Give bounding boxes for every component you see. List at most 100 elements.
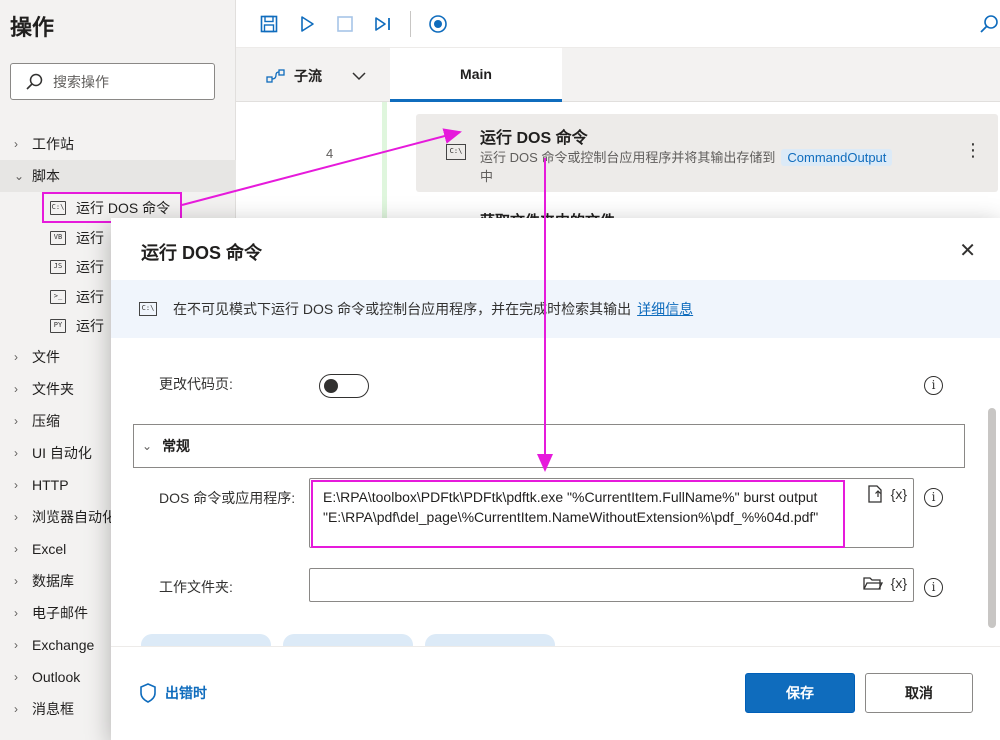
dos-icon: C:\: [50, 200, 66, 215]
shield-icon: [140, 683, 156, 703]
info-icon[interactable]: i: [924, 578, 943, 597]
tree-node-label: Exchange: [32, 637, 95, 653]
tree-node-label: Outlook: [32, 669, 81, 685]
flow-gutter: [382, 102, 387, 222]
chevron-right-icon: ›: [14, 478, 18, 492]
action-label: 运行: [76, 259, 104, 276]
search-placeholder: 搜索操作: [53, 73, 109, 90]
flow-step-card[interactable]: C:\ 运行 DOS 命令 运行 DOS 命令或控制台应用程序并将其输出存储到 C…: [416, 114, 998, 192]
chevron-right-icon: ›: [14, 606, 18, 620]
on-error-button[interactable]: 出错时: [139, 683, 207, 703]
action-label: 运行: [76, 229, 104, 246]
variable-picker-button[interactable]: {x}: [891, 486, 907, 502]
tree-node-label: HTTP: [32, 477, 69, 493]
record-button[interactable]: [419, 5, 457, 43]
record-icon: [429, 14, 447, 33]
powershell-icon: >_: [50, 289, 66, 304]
chevron-down-icon: ⌄: [142, 439, 153, 453]
tree-node-label: 浏览器自动化: [32, 509, 116, 525]
info-icon[interactable]: i: [924, 488, 943, 507]
step-button[interactable]: [364, 5, 402, 43]
change-codepage-toggle[interactable]: [319, 374, 369, 398]
chevron-right-icon: ›: [14, 446, 18, 460]
file-picker-icon[interactable]: [867, 485, 883, 503]
cancel-button[interactable]: 取消: [865, 673, 973, 713]
dialog-footer: 出错时 保存 取消: [111, 646, 1000, 740]
action-label: 运行: [76, 288, 104, 305]
step-desc-text: 运行 DOS 命令或控制台应用程序并将其输出存储到: [480, 150, 776, 165]
tree-node-label: 数据库: [32, 573, 74, 589]
general-section-header[interactable]: ⌄ 常规: [133, 424, 965, 468]
search-icon: [26, 73, 43, 90]
toggle-knob: [324, 378, 338, 393]
tree-node-label: Excel: [32, 541, 67, 557]
step-icon: [375, 16, 390, 31]
toolbar-divider: [410, 10, 411, 37]
dos-command-field[interactable]: E:\RPA\toolbox\PDFtk\PDFtk\pdftk.exe "%C…: [309, 478, 914, 548]
variable-pill: CommandOutput: [781, 149, 893, 166]
action-label: 运行 DOS 命令: [76, 199, 171, 216]
dos-icon: C:\: [446, 144, 466, 160]
chevron-down-icon: [352, 72, 366, 81]
step-description: 运行 DOS 命令或控制台应用程序并将其输出存储到 CommandOutput 中: [480, 148, 960, 186]
change-codepage-label: 更改代码页:: [159, 376, 233, 392]
stop-icon: [337, 15, 353, 32]
chevron-right-icon: ›: [14, 638, 18, 652]
tab-main[interactable]: Main: [390, 48, 562, 102]
flow-tabs: 子流 Main: [236, 48, 1000, 102]
javascript-icon: JS: [50, 260, 66, 275]
action-label: 运行: [76, 318, 104, 335]
tree-node-script[interactable]: ⌄ 脚本: [0, 160, 236, 192]
info-icon[interactable]: i: [924, 376, 943, 395]
field-actions: {x}: [862, 575, 907, 591]
search-icon: [980, 14, 998, 33]
tree-node-label: 文件夹: [32, 381, 74, 397]
chevron-down-icon: ⌄: [14, 169, 25, 183]
tree-node-label: 脚本: [32, 168, 60, 184]
vbscript-icon: VB: [50, 230, 66, 245]
more-info-link[interactable]: 详细信息: [637, 299, 693, 319]
tree-node-label: 消息框: [32, 701, 74, 717]
designer-toolbar: [236, 0, 1000, 48]
subflow-dropdown[interactable]: 子流: [266, 66, 366, 86]
tree-node-label: 文件: [32, 349, 60, 365]
step-title: 运行 DOS 命令: [480, 130, 588, 147]
dialog-scrollbar[interactable]: [988, 408, 996, 628]
dialog-info-band: C:\ 在不可见模式下运行 DOS 命令或控制台应用程序，并在完成时检索其输出 …: [111, 280, 1000, 338]
dos-command-value[interactable]: E:\RPA\toolbox\PDFtk\PDFtk\pdftk.exe "%C…: [311, 480, 845, 548]
close-icon[interactable]: ✕: [959, 238, 976, 263]
dos-command-label: DOS 命令或应用程序:: [159, 490, 296, 506]
run-icon: [301, 15, 314, 32]
section-label: 常规: [162, 438, 191, 454]
chevron-right-icon: ›: [14, 382, 18, 396]
run-dos-command-dialog: 运行 DOS 命令 ✕ C:\ 在不可见模式下运行 DOS 命令或控制台应用程序…: [111, 218, 1000, 740]
working-folder-field[interactable]: {x}: [309, 568, 914, 602]
tree-node-workstation[interactable]: › 工作站: [0, 128, 236, 160]
variable-picker-button[interactable]: {x}: [891, 575, 907, 591]
toolbar-search-button[interactable]: [970, 5, 1000, 43]
save-button[interactable]: 保存: [745, 673, 855, 713]
subflow-label: 子流: [294, 68, 322, 84]
chevron-right-icon: ›: [14, 137, 18, 151]
subflow-icon: [266, 69, 285, 83]
on-error-label: 出错时: [165, 685, 207, 701]
stop-button[interactable]: [326, 5, 364, 43]
chevron-right-icon: ›: [14, 702, 18, 716]
chevron-right-icon: ›: [14, 670, 18, 684]
working-folder-label: 工作文件夹:: [159, 579, 233, 595]
run-button[interactable]: [288, 5, 326, 43]
info-text: 在不可见模式下运行 DOS 命令或控制台应用程序，并在完成时检索其输出: [173, 301, 632, 317]
chevron-right-icon: ›: [14, 574, 18, 588]
line-number: 4: [326, 146, 334, 161]
folder-picker-icon[interactable]: [862, 575, 883, 591]
chevron-right-icon: ›: [14, 542, 18, 556]
save-button[interactable]: [250, 5, 288, 43]
more-options-icon[interactable]: ⋮: [964, 140, 982, 161]
chevron-right-icon: ›: [14, 414, 18, 428]
tree-node-label: 压缩: [32, 413, 60, 429]
chevron-right-icon: ›: [14, 510, 18, 524]
dialog-title: 运行 DOS 命令: [141, 243, 263, 263]
action-search-box[interactable]: 搜索操作: [10, 63, 215, 100]
python-icon: PY: [50, 319, 66, 334]
actions-title: 操作: [10, 15, 55, 40]
